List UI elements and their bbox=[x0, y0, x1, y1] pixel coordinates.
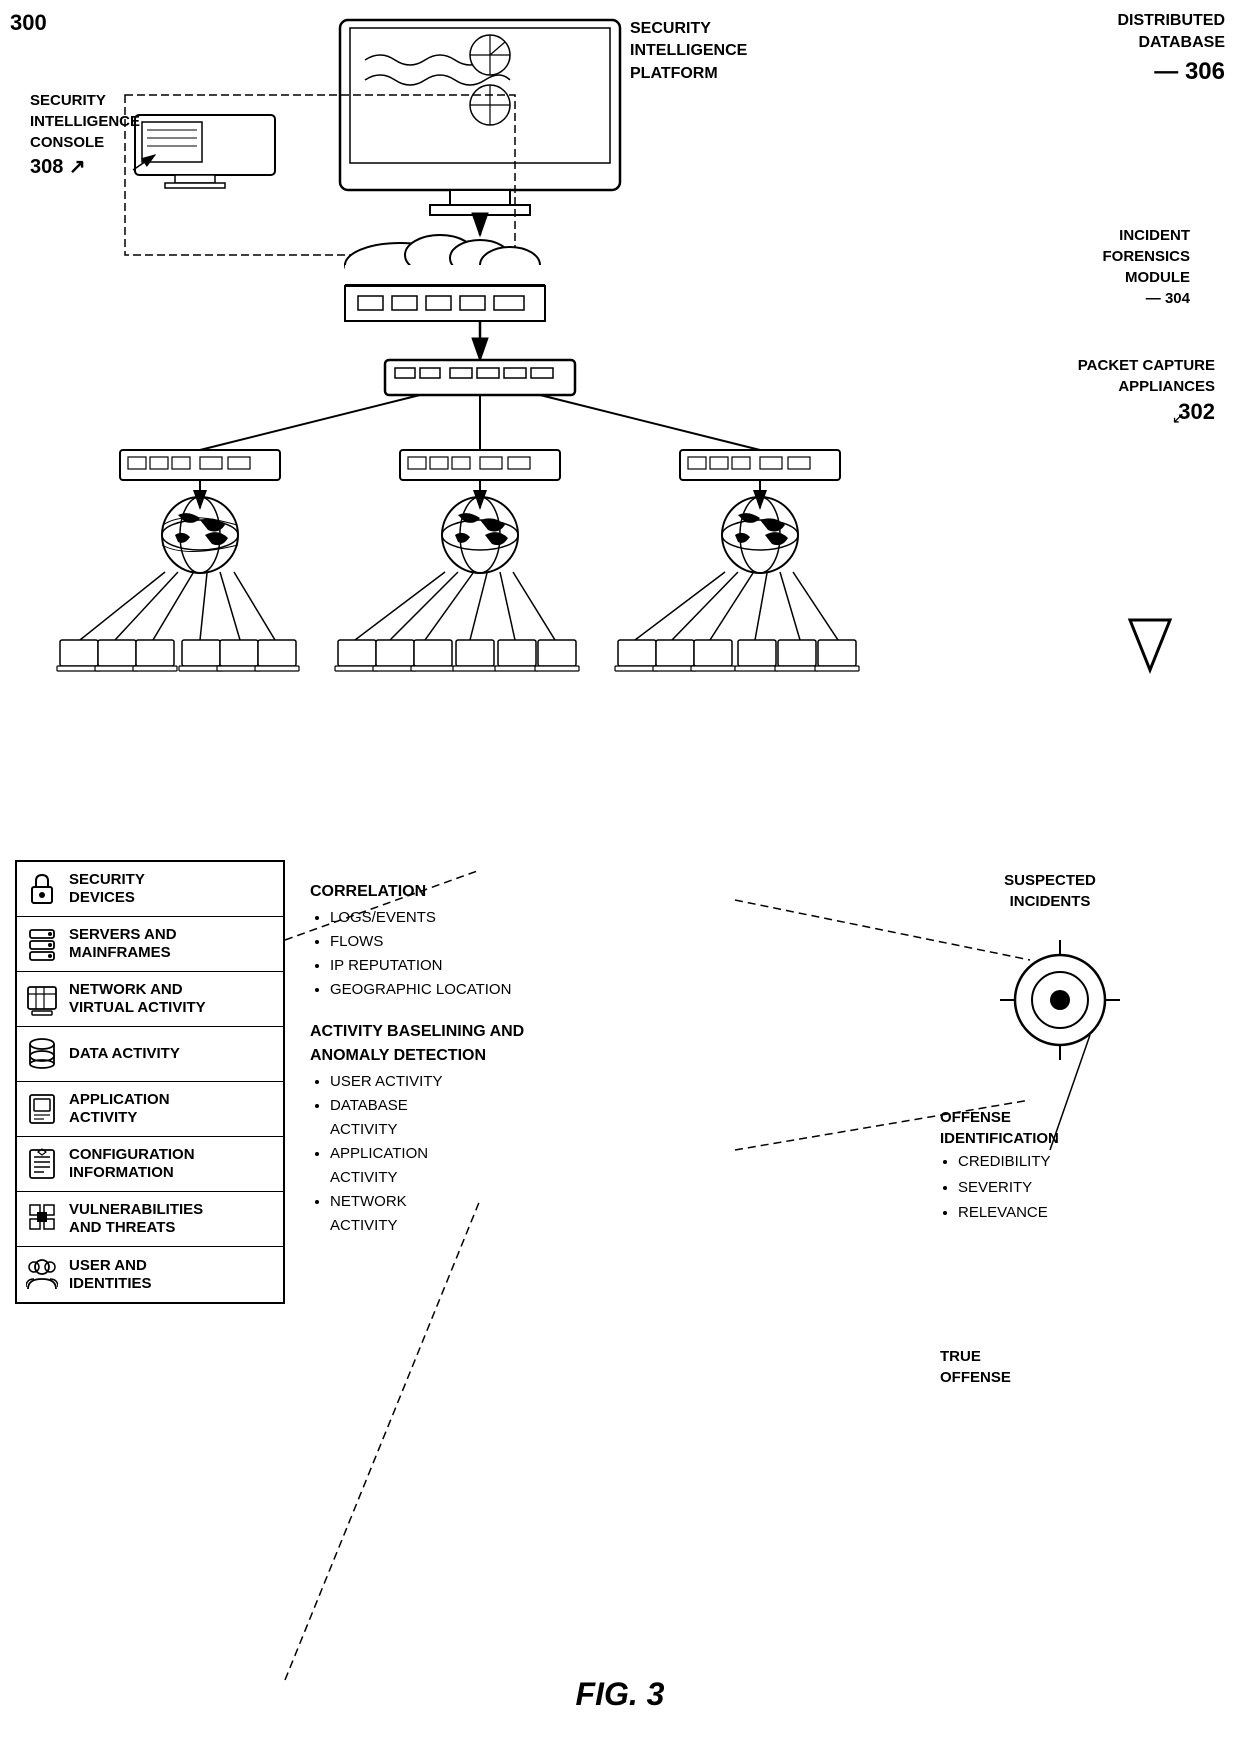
panel-item-servers: SERVERS ANDMAINFRAMES bbox=[17, 917, 283, 972]
correlation-item-2: FLOWS bbox=[330, 930, 730, 954]
left-panel: SECURITYDEVICES SERVERS ANDMAINFRAMES bbox=[15, 860, 285, 1304]
panel-item-vulnerabilities: VULNERABILITIESAND THREATS bbox=[17, 1192, 283, 1247]
ifm-label: INCIDENTFORENSICSMODULE— 304 bbox=[1102, 225, 1190, 309]
pca-arrow: ↙ bbox=[1172, 408, 1185, 428]
correlation-title: CORRELATION bbox=[310, 880, 730, 904]
network-icon bbox=[23, 980, 61, 1018]
lock-icon bbox=[23, 870, 61, 908]
pca-label: PACKET CAPTUREAPPLIANCES302 bbox=[1078, 355, 1215, 428]
app-icon bbox=[23, 1090, 61, 1128]
user-text: USER ANDIDENTITIES bbox=[69, 1257, 152, 1293]
server-icon bbox=[23, 925, 61, 963]
panel-item-user: USER ANDIDENTITIES bbox=[17, 1247, 283, 1302]
activity-item-1: USER ACTIVITY bbox=[330, 1070, 730, 1094]
panel-item-application: APPLICATIONACTIVITY bbox=[17, 1082, 283, 1137]
panel-item-network: NETWORK ANDVIRTUAL ACTIVITY bbox=[17, 972, 283, 1027]
panel-item-config: CONFIGURATIONINFORMATION bbox=[17, 1137, 283, 1192]
offense-severity: SEVERITY bbox=[958, 1175, 1160, 1201]
true-offense-label: TRUEOFFENSE bbox=[940, 1346, 1160, 1388]
security-devices-text: SECURITYDEVICES bbox=[69, 871, 145, 907]
middle-content: CORRELATION LOGS/EVENTS FLOWS IP REPUTAT… bbox=[310, 870, 730, 1238]
offense-credibility: CREDIBILITY bbox=[958, 1149, 1160, 1175]
fig-caption: FIG. 3 bbox=[576, 1676, 665, 1713]
correlation-list: LOGS/EVENTS FLOWS IP REPUTATION GEOGRAPH… bbox=[330, 906, 730, 1002]
correlation-item-3: IP REPUTATION bbox=[330, 954, 730, 978]
activity-item-2: DATABASEACTIVITY bbox=[330, 1094, 730, 1142]
correlation-item-4: GEOGRAPHIC LOCATION bbox=[330, 978, 730, 1002]
panel-item-security-devices: SECURITYDEVICES bbox=[17, 862, 283, 917]
data-text: DATA ACTIVITY bbox=[69, 1045, 180, 1063]
config-text: CONFIGURATIONINFORMATION bbox=[69, 1146, 195, 1182]
activity-list: USER ACTIVITY DATABASEACTIVITY APPLICATI… bbox=[330, 1070, 730, 1238]
vulnerabilities-text: VULNERABILITIESAND THREATS bbox=[69, 1201, 203, 1237]
offense-id-label: OFFENSEIDENTIFICATION bbox=[940, 1107, 1160, 1149]
diagram-container: 300 DISTRIBUTEDDATABASE— 306 SECURITYINT… bbox=[0, 0, 1240, 1743]
right-content: SUSPECTEDINCIDENTS OFFENSEIDENTIFICATION… bbox=[940, 870, 1160, 1388]
figure-300-label: 300 bbox=[10, 10, 47, 36]
network-text: NETWORK ANDVIRTUAL ACTIVITY bbox=[69, 981, 206, 1017]
offense-list: CREDIBILITY SEVERITY RELEVANCE bbox=[958, 1149, 1160, 1226]
activity-title: ACTIVITY BASELINING ANDANOMALY DETECTION bbox=[310, 1020, 730, 1068]
panel-item-data: DATA ACTIVITY bbox=[17, 1027, 283, 1082]
user-icon bbox=[23, 1256, 61, 1294]
offense-relevance: RELEVANCE bbox=[958, 1200, 1160, 1226]
application-text: APPLICATIONACTIVITY bbox=[69, 1091, 170, 1127]
distributed-database-label: DISTRIBUTEDDATABASE— 306 bbox=[1117, 10, 1225, 88]
data-icon bbox=[23, 1035, 61, 1073]
sip-label: SECURITYINTELLIGENCEPLATFORM bbox=[630, 18, 747, 85]
sic-label: SECURITYINTELLIGENCECONSOLE308 ↗ bbox=[30, 90, 140, 181]
activity-item-3: APPLICATIONACTIVITY bbox=[330, 1142, 730, 1190]
config-icon bbox=[23, 1145, 61, 1183]
activity-item-4: NETWORKACTIVITY bbox=[330, 1190, 730, 1238]
correlation-item-1: LOGS/EVENTS bbox=[330, 906, 730, 930]
suspected-incidents-label: SUSPECTEDINCIDENTS bbox=[940, 870, 1160, 912]
servers-text: SERVERS ANDMAINFRAMES bbox=[69, 926, 177, 962]
vuln-icon bbox=[23, 1200, 61, 1238]
